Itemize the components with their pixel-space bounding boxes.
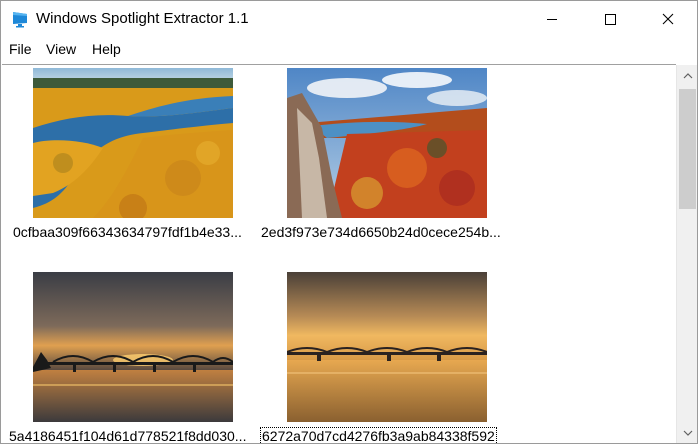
thumbnail-image[interactable] (33, 68, 233, 218)
title-bar[interactable]: Windows Spotlight Extractor 1.1 (1, 1, 697, 37)
thumbnail-list[interactable]: 0cfbaa309f66343634797fdf1b4e33... 2ed3f9… (2, 64, 676, 443)
menu-help[interactable]: Help (92, 41, 121, 57)
thumbnail-label[interactable]: 6272a70d7cd4276fb3a9ab84338f592 (260, 427, 497, 443)
scroll-down-button[interactable] (677, 422, 697, 443)
maximize-icon (605, 14, 616, 25)
chevron-down-icon (683, 430, 692, 436)
vertical-scrollbar[interactable] (676, 65, 697, 443)
close-icon (662, 13, 674, 25)
menu-file[interactable]: File (9, 41, 32, 57)
monitor-icon (11, 10, 29, 28)
minimize-button[interactable] (523, 1, 581, 37)
scroll-up-button[interactable] (677, 65, 697, 86)
thumbnail-image[interactable] (287, 68, 487, 218)
scroll-thumb[interactable] (679, 89, 696, 209)
maximize-button[interactable] (581, 1, 639, 37)
thumbnail-label[interactable]: 2ed3f973e734d6650b24d0cece254b... (261, 224, 501, 240)
thumbnail-image[interactable] (287, 272, 487, 422)
window-title: Windows Spotlight Extractor 1.1 (36, 10, 249, 27)
menu-view[interactable]: View (46, 41, 76, 57)
minimize-icon (547, 19, 557, 20)
close-button[interactable] (639, 1, 697, 37)
chevron-up-icon (683, 72, 692, 78)
thumbnail-label[interactable]: 5a4186451f104d61d778521f8dd030... (9, 428, 246, 443)
thumbnail-label[interactable]: 0cfbaa309f66343634797fdf1b4e33... (13, 224, 242, 240)
menu-bar: File View Help (1, 39, 697, 61)
app-window: Windows Spotlight Extractor 1.1 File Vie… (0, 0, 698, 444)
thumbnail-image[interactable] (33, 272, 233, 422)
